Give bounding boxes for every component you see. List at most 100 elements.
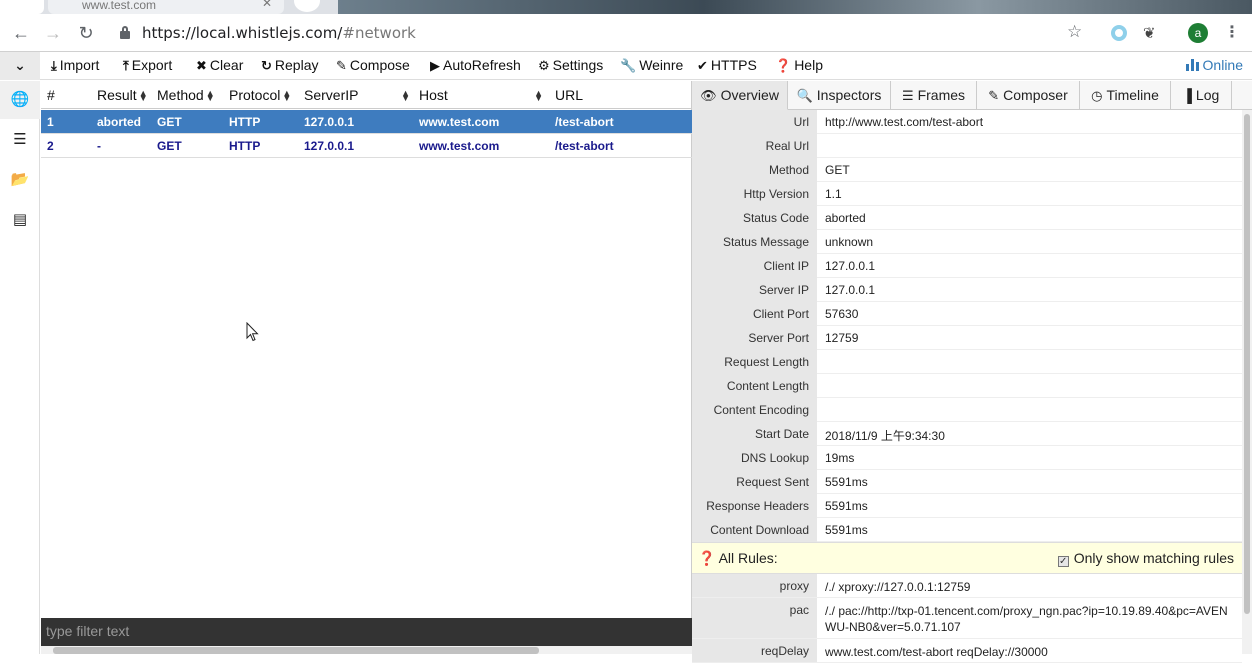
file-icon: ▐	[1182, 88, 1192, 103]
reload-icon[interactable]: ↻	[74, 21, 98, 45]
row-num: 2	[47, 139, 54, 153]
property-value: 5591ms	[825, 475, 868, 489]
rule-row: reqDelay www.test.com/test-abort reqDela…	[692, 639, 1242, 663]
clear-icon: ✖	[196, 58, 207, 73]
network-list: # Result ▲ ▼ Method ▲ ▼ Protocol ▲ ▼ ServerIP ▲…	[41, 81, 692, 654]
tab-overview[interactable]: 👁 Overview	[692, 81, 788, 110]
only-matching-rules-checkbox[interactable]: ✓ Only show matching rules	[1057, 550, 1234, 567]
tab-label: Timeline	[1106, 87, 1159, 103]
sidebar-item-network[interactable]: 🌐	[0, 81, 40, 119]
scrollbar-thumb[interactable]	[1244, 114, 1250, 614]
rules-title-label: All Rules:	[718, 550, 778, 566]
play-icon: ▶	[430, 58, 440, 73]
column-header-host[interactable]: Host ▲ ▼	[419, 87, 543, 103]
import-label: Import	[59, 57, 100, 73]
tab-log[interactable]: ▐ Log	[1171, 81, 1232, 110]
row-server-ip: 127.0.0.1	[304, 139, 355, 153]
property-key: Status Message	[692, 230, 817, 254]
replay-button[interactable]: ↻ Replay	[261, 57, 319, 74]
row-host: www.test.com	[419, 139, 500, 153]
https-button[interactable]: ✔ HTTPS	[697, 57, 757, 74]
browser-tab[interactable]: www.test.com	[48, 0, 284, 14]
property-key: Request Length	[692, 350, 817, 374]
property-value: 127.0.0.1	[825, 259, 876, 273]
row-host: www.test.com	[419, 115, 500, 129]
sidebar-item-rules[interactable]: ☰	[0, 121, 40, 159]
property-key: Server IP	[692, 278, 817, 302]
tab-close-icon[interactable]: ✕	[262, 0, 272, 10]
chevron-down-icon[interactable]: ⌄	[0, 52, 40, 80]
network-table-header: # Result ▲ ▼ Method ▲ ▼ Protocol ▲ ▼ ServerIP ▲…	[41, 81, 692, 109]
row-protocol: HTTP	[229, 115, 261, 129]
browser-tab-active[interactable]	[0, 0, 44, 14]
extension-icon[interactable]: ❦	[1143, 24, 1156, 42]
table-row[interactable]: 1 aborted GET HTTP 127.0.0.1 www.test.co…	[41, 110, 692, 134]
table-row[interactable]: 2 - GET HTTP 127.0.0.1 www.test.com /tes…	[41, 134, 692, 158]
horizontal-scrollbar[interactable]	[41, 646, 692, 654]
column-header-num[interactable]: #	[47, 87, 55, 103]
url-field[interactable]: https://local.whistlejs.com/#network	[142, 24, 416, 42]
autorefresh-button[interactable]: ▶ AutoRefresh	[430, 57, 521, 74]
export-button[interactable]: ⤒ Export	[123, 57, 172, 74]
detail-tabs: 👁 Overview 🔍 Inspectors ☰ Frames ✎ Composer …	[692, 81, 1252, 110]
all-rules-title: ❓ All Rules:	[698, 550, 778, 567]
browser-menu-icon[interactable]: ⋮	[1224, 22, 1240, 42]
lock-icon	[120, 26, 130, 39]
clear-button[interactable]: ✖ Clear	[196, 57, 243, 74]
scrollbar-thumb[interactable]	[53, 647, 539, 654]
extension-ring-icon[interactable]	[1111, 25, 1127, 41]
globe-icon: 🌐	[10, 91, 30, 108]
rule-key: proxy	[692, 574, 817, 597]
sidebar-item-plugins[interactable]: ▤	[0, 201, 40, 239]
row-url: /test-abort	[555, 115, 614, 129]
sidebar-item-values[interactable]: 📂	[0, 161, 40, 199]
help-label: Help	[794, 57, 823, 73]
property-row: Url http://www.test.com/test-abort	[692, 110, 1242, 134]
property-row: Method GET	[692, 158, 1242, 182]
property-key: Server Port	[692, 326, 817, 350]
checkbox-label: Only show matching rules	[1073, 550, 1234, 566]
online-status-button[interactable]: Online	[1185, 57, 1243, 73]
new-tab-button[interactable]	[294, 0, 320, 12]
export-icon: ⤒	[123, 58, 129, 73]
compose-button[interactable]: ✎ Compose	[336, 57, 410, 74]
export-label: Export	[131, 57, 173, 73]
bookmark-star-icon[interactable]: ☆	[1067, 22, 1082, 42]
detail-panel: 👁 Overview 🔍 Inspectors ☰ Frames ✎ Composer …	[692, 81, 1252, 663]
property-key: Url	[692, 110, 817, 134]
property-row: Start Date 2018/11/9 上午9:34:30	[692, 422, 1242, 446]
bar-chart-icon	[1185, 59, 1199, 71]
all-rules-header: ❓ All Rules: ✓ Only show matching rules	[692, 542, 1242, 574]
rule-value: /./ pac://http://txp-01.tencent.com/prox…	[825, 604, 1228, 634]
column-header-method[interactable]: Method ▲ ▼	[157, 87, 215, 103]
property-row: Content Length	[692, 374, 1242, 398]
settings-button[interactable]: ⚙ Settings	[538, 57, 603, 74]
vertical-scrollbar[interactable]	[1242, 110, 1252, 654]
help-icon: ❓	[698, 550, 716, 566]
column-header-result[interactable]: Result ▲ ▼	[97, 87, 148, 103]
tab-composer[interactable]: ✎ Composer	[977, 81, 1080, 110]
tab-timeline[interactable]: ◷ Timeline	[1080, 81, 1171, 110]
help-button[interactable]: ❓ Help	[775, 57, 823, 74]
compose-label: Compose	[349, 57, 410, 73]
column-header-serverip[interactable]: ServerIP ▲ ▼	[304, 87, 410, 103]
property-key: Method	[692, 158, 817, 182]
back-arrow-icon[interactable]: ←	[9, 21, 33, 45]
filter-input[interactable]: type filter text	[41, 618, 692, 646]
column-header-protocol[interactable]: Protocol ▲ ▼	[229, 87, 291, 103]
column-header-url[interactable]: URL	[555, 87, 583, 103]
weinre-button[interactable]: 🔧 Weinre	[620, 57, 683, 74]
tab-label: Log	[1195, 87, 1220, 103]
property-value: 5591ms	[825, 499, 868, 513]
replay-icon: ↻	[261, 58, 272, 73]
row-result: aborted	[97, 115, 142, 129]
avatar[interactable]: a	[1188, 23, 1208, 43]
compose-icon: ✎	[988, 88, 1000, 103]
forward-arrow-icon[interactable]: →	[41, 21, 65, 45]
row-url: /test-abort	[555, 139, 614, 153]
tab-inspectors[interactable]: 🔍 Inspectors	[788, 81, 891, 110]
property-row: Server IP 127.0.0.1	[692, 278, 1242, 302]
tab-frames[interactable]: ☰ Frames	[891, 81, 977, 110]
import-button[interactable]: ⤓ Import	[51, 57, 99, 74]
checkbox-icon[interactable]: ✓	[1057, 556, 1069, 567]
